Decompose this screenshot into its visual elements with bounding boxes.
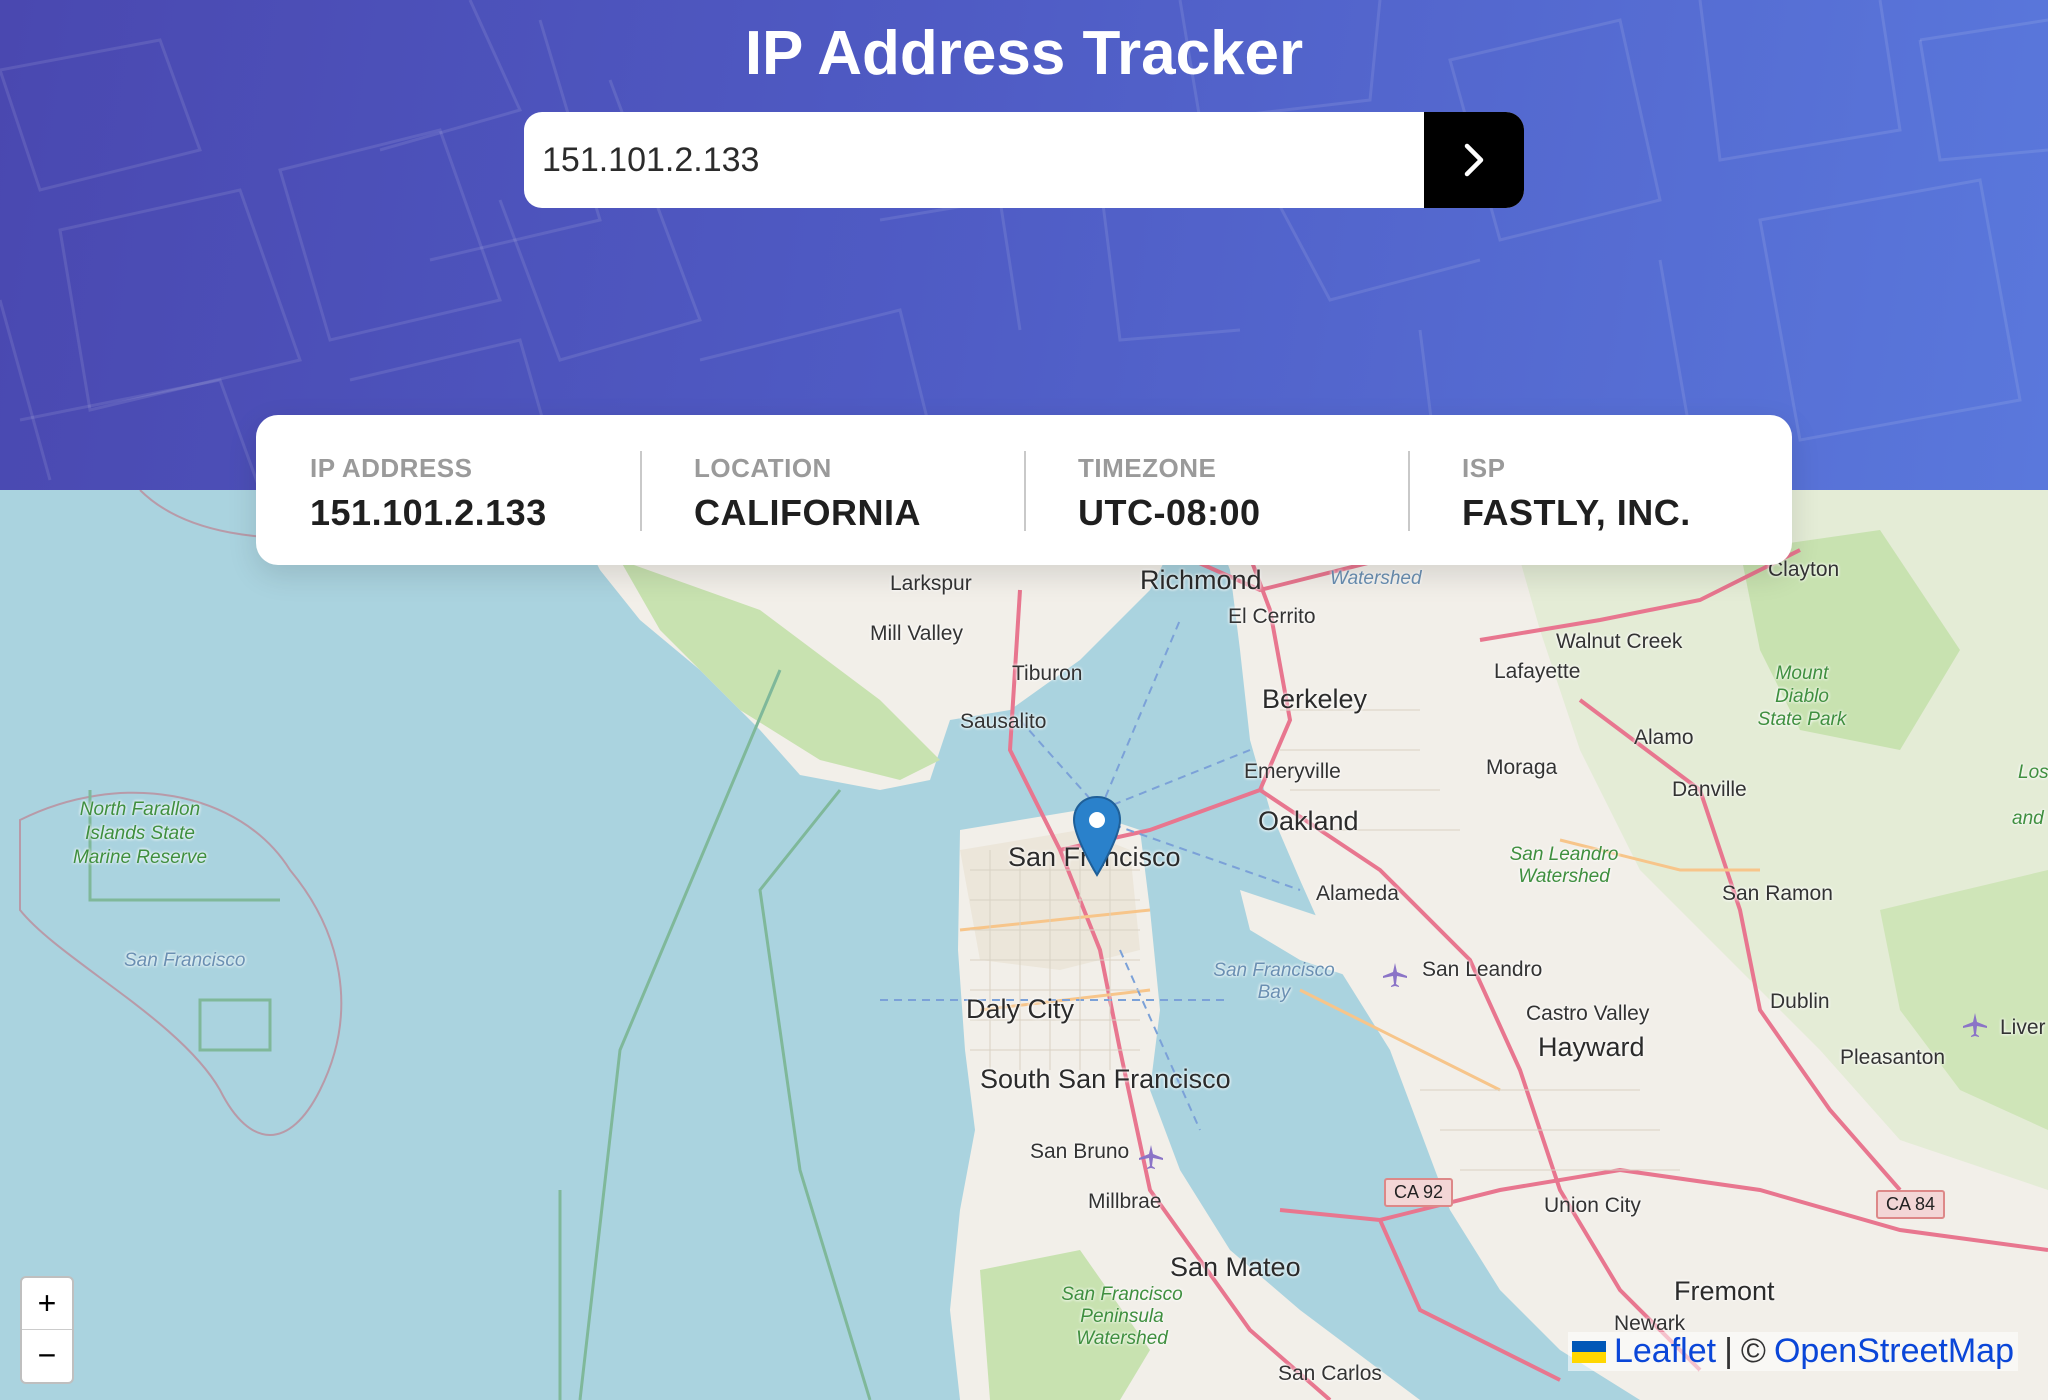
location-marker-icon[interactable] <box>1072 795 1122 877</box>
map-tiles <box>0 490 2048 1400</box>
route-shield-ca92: CA 92 <box>1384 1178 1454 1207</box>
place-oakland: Oakland <box>1258 806 1359 836</box>
page-title: IP Address Tracker <box>744 19 1304 88</box>
map-attribution: Leaflet | © OpenStreetMap <box>1567 1332 2018 1371</box>
openstreetmap-link[interactable]: OpenStreetMap <box>1774 1332 2014 1371</box>
place-sausalito: Sausalito <box>960 710 1047 733</box>
leaflet-link[interactable]: Leaflet <box>1614 1332 1716 1371</box>
location-label: Location <box>694 453 832 483</box>
place-tiburon: Tiburon <box>1012 662 1083 685</box>
place-mill-valley: Mill Valley <box>870 622 963 645</box>
place-castro-valley: Castro Valley <box>1526 1002 1650 1025</box>
place-san-bruno: San Bruno <box>1030 1140 1130 1163</box>
place-watershed-top: Watershed <box>1330 568 1422 589</box>
place-sf-bay: San Francisco Bay <box>1213 960 1335 1003</box>
place-union-city: Union City <box>1544 1194 1641 1217</box>
zoom-control: + − <box>20 1276 74 1384</box>
place-mount-diablo: Mount Diablo State Park <box>1757 663 1847 730</box>
zoom-out-button[interactable]: − <box>22 1329 72 1381</box>
place-san-leandro-watershed: San Leandro Watershed <box>1509 844 1619 887</box>
place-danville: Danville <box>1672 778 1747 801</box>
place-dublin: Dublin <box>1770 990 1830 1013</box>
airport-icon-livermore <box>1963 1013 1987 1037</box>
place-millbrae: Millbrae <box>1088 1190 1162 1213</box>
airport-icon-sfo <box>1139 1145 1163 1169</box>
isp-stat: ISP FASTLY, INC. <box>1408 415 1792 565</box>
airport-icon <box>1383 963 1407 987</box>
timezone-label: Timezone <box>1078 453 1217 483</box>
location-value: CALIFORNIA <box>694 492 921 533</box>
place-sf-peninsula-watershed: San Francisco Peninsula Watershed <box>1061 1284 1183 1349</box>
place-alamo: Alamo <box>1634 726 1694 749</box>
attribution-separator: | <box>1724 1332 1733 1370</box>
ip-address-stat: IP Address 151.101.2.133 <box>256 415 640 565</box>
place-livermore: Liver <box>2000 1016 2046 1039</box>
place-san-mateo: San Mateo <box>1170 1252 1301 1282</box>
search-submit-button[interactable] <box>1424 112 1524 208</box>
route-shield-ca84: CA 84 <box>1876 1190 1946 1219</box>
timezone-stat: Timezone UTC-08:00 <box>1024 415 1408 565</box>
place-berkeley: Berkeley <box>1262 684 1368 714</box>
place-south-san-francisco: South San Francisco <box>980 1064 1231 1094</box>
chevron-right-icon <box>1464 143 1484 177</box>
ip-address-label: IP Address <box>310 453 473 483</box>
place-alameda: Alameda <box>1316 882 1399 905</box>
place-and: and <box>2012 808 2044 829</box>
attribution-copyright: © <box>1740 1332 1766 1370</box>
isp-value: FASTLY, INC. <box>1462 492 1691 533</box>
place-san-leandro: San Leandro <box>1422 958 1543 981</box>
place-san-francisco-farallon: San Francisco <box>124 950 246 971</box>
place-north-farallon: North Farallon Islands State Marine Rese… <box>72 799 208 868</box>
isp-label: ISP <box>1462 453 1506 483</box>
place-lafayette: Lafayette <box>1494 660 1581 683</box>
place-moraga: Moraga <box>1486 756 1558 779</box>
place-los: Los <box>2018 762 2048 783</box>
place-pleasanton: Pleasanton <box>1840 1046 1946 1069</box>
place-walnut-creek: Walnut Creek <box>1556 630 1683 653</box>
place-daly-city: Daly City <box>966 994 1075 1024</box>
ip-info-card: IP Address 151.101.2.133 Location CALIFO… <box>256 415 1792 565</box>
ip-search-input[interactable] <box>524 112 1424 208</box>
place-emeryville: Emeryville <box>1244 760 1341 783</box>
zoom-in-button[interactable]: + <box>22 1278 72 1329</box>
place-richmond: Richmond <box>1140 565 1262 595</box>
location-stat: Location CALIFORNIA <box>640 415 1024 565</box>
timezone-value: UTC-08:00 <box>1078 492 1261 533</box>
place-larkspur: Larkspur <box>890 572 972 595</box>
ip-search-bar <box>524 112 1524 208</box>
ukraine-flag-icon <box>1571 1340 1606 1363</box>
place-fremont: Fremont <box>1674 1276 1775 1306</box>
place-el-cerrito: El Cerrito <box>1228 605 1316 628</box>
ip-address-value: 151.101.2.133 <box>310 492 547 533</box>
place-san-ramon: San Ramon <box>1722 882 1833 905</box>
map-view[interactable]: Richmond Larkspur Watershed El Cerrito C… <box>0 490 2048 1400</box>
place-san-carlos: San Carlos <box>1278 1362 1382 1385</box>
place-hayward: Hayward <box>1538 1032 1645 1062</box>
